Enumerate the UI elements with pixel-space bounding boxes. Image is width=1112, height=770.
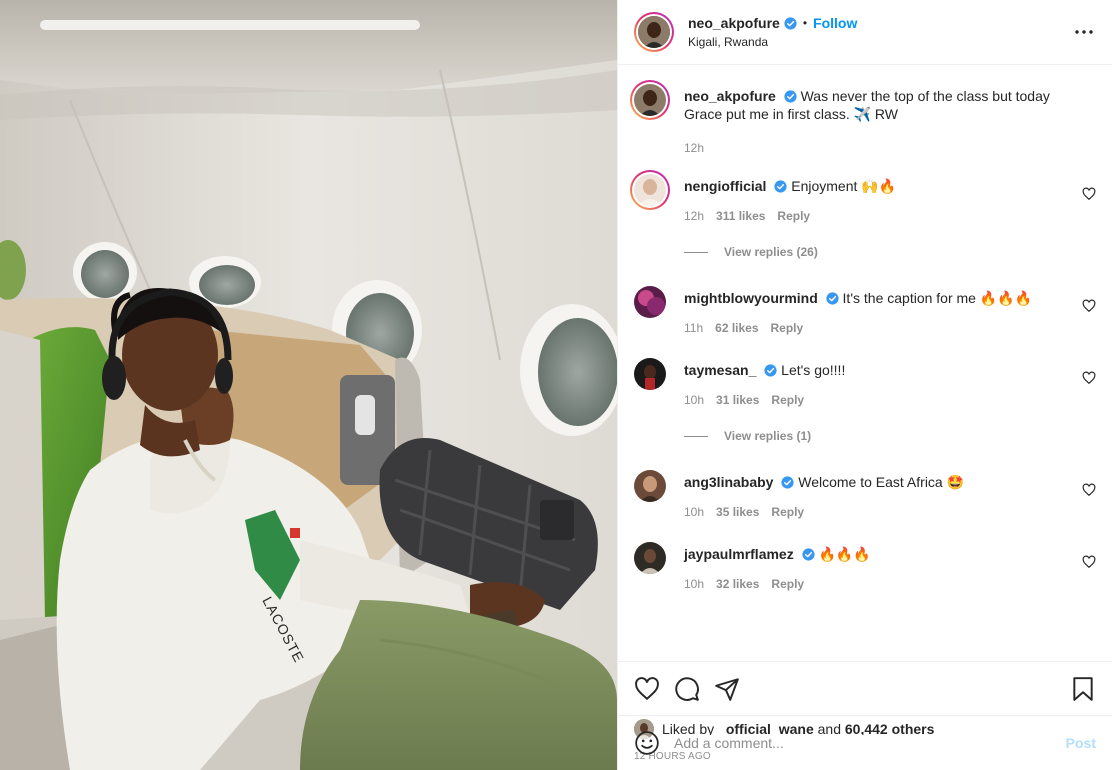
- reply-button[interactable]: Reply: [771, 577, 804, 591]
- commenter-avatar[interactable]: [634, 358, 666, 390]
- comment-text: 🔥🔥🔥: [818, 546, 871, 562]
- like-comment-heart-icon[interactable]: [1082, 483, 1096, 497]
- caption: neo_akpofure Was never the top of the cl…: [630, 80, 1096, 157]
- airplane-cabin-photo: LACOSTE: [0, 0, 617, 770]
- comment-time[interactable]: 10h: [684, 577, 704, 591]
- comment-text: Let's go!!!!: [781, 362, 846, 378]
- heart-icon[interactable]: [634, 676, 660, 702]
- instagram-post: LACOSTE neo_akpofure • Follow Kigali, Rw…: [0, 0, 1112, 770]
- reply-button[interactable]: Reply: [771, 393, 804, 407]
- like-comment-heart-icon[interactable]: [1082, 299, 1096, 313]
- comment-likes[interactable]: 31 likes: [716, 393, 759, 407]
- like-comment-heart-icon[interactable]: [1082, 187, 1096, 201]
- post-location[interactable]: Kigali, Rwanda: [688, 35, 857, 49]
- comment-time[interactable]: 11h: [684, 321, 703, 335]
- add-comment-input[interactable]: [674, 735, 1066, 751]
- post-photo[interactable]: LACOSTE: [0, 0, 617, 770]
- post-header: neo_akpofure • Follow Kigali, Rwanda: [618, 0, 1112, 65]
- verified-badge-icon: [784, 90, 797, 103]
- action-bar: [618, 661, 1112, 716]
- comment-icon[interactable]: [674, 676, 700, 702]
- reply-button[interactable]: Reply: [771, 505, 804, 519]
- verified-badge-icon: [764, 364, 777, 377]
- more-options-icon[interactable]: [1072, 22, 1096, 42]
- author-avatar[interactable]: [638, 16, 670, 48]
- caption-username[interactable]: neo_akpofure: [684, 88, 776, 104]
- comment-text: Welcome to East Africa 🤩: [798, 474, 965, 490]
- post-side-panel: neo_akpofure • Follow Kigali, Rwanda neo…: [617, 0, 1112, 770]
- separator-dot: •: [802, 16, 808, 30]
- comment-likes[interactable]: 35 likes: [716, 505, 759, 519]
- comment-username[interactable]: jaypaulmrflamez: [684, 546, 794, 562]
- commenter-avatar[interactable]: [634, 542, 666, 574]
- commenter-avatar-ring[interactable]: [630, 170, 670, 210]
- verified-badge-icon: [774, 180, 787, 193]
- comment-item: taymesan_ Let's go!!!! 10h 31 likes Repl…: [634, 358, 1096, 407]
- comment-likes[interactable]: 311 likes: [716, 209, 765, 223]
- verified-badge-icon: [802, 548, 815, 561]
- like-comment-heart-icon[interactable]: [1082, 555, 1096, 569]
- reply-button[interactable]: Reply: [777, 209, 810, 223]
- caption-avatar[interactable]: [634, 84, 666, 116]
- comment-text: It's the caption for me 🔥🔥🔥: [842, 290, 1033, 306]
- comment-username[interactable]: nengiofficial: [684, 178, 766, 194]
- commenter-avatar[interactable]: [634, 470, 666, 502]
- commenter-avatar[interactable]: [634, 174, 666, 206]
- comments-section[interactable]: neo_akpofure Was never the top of the cl…: [618, 65, 1112, 661]
- comment-username[interactable]: ang3linababy: [684, 474, 773, 490]
- comment-username[interactable]: taymesan_: [684, 362, 756, 378]
- like-comment-heart-icon[interactable]: [1082, 371, 1096, 385]
- paper-plane-icon[interactable]: [714, 676, 740, 702]
- comment-likes[interactable]: 32 likes: [716, 577, 759, 591]
- comment-likes[interactable]: 62 likes: [715, 321, 758, 335]
- caption-time[interactable]: 12h: [684, 141, 704, 155]
- view-replies-button[interactable]: View replies (1): [684, 429, 1096, 443]
- view-replies-label: View replies (1): [724, 429, 812, 443]
- author-username[interactable]: neo_akpofure: [688, 15, 780, 31]
- comment-time[interactable]: 12h: [684, 209, 704, 223]
- view-replies-button[interactable]: View replies (26): [684, 245, 1096, 259]
- comment-username[interactable]: mightblowyourmind: [684, 290, 818, 306]
- comment-item: jaypaulmrflamez 🔥🔥🔥 10h 32 likes Reply: [634, 542, 1096, 591]
- post-comment-button[interactable]: Post: [1066, 735, 1096, 751]
- smiley-icon[interactable]: [634, 730, 660, 756]
- bookmark-icon[interactable]: [1070, 676, 1096, 702]
- comment-time[interactable]: 10h: [684, 505, 704, 519]
- follow-button[interactable]: Follow: [813, 15, 857, 31]
- view-replies-label: View replies (26): [724, 245, 818, 259]
- comment-item: ang3linababy Welcome to East Africa 🤩 10…: [634, 470, 1096, 519]
- author-avatar-ring[interactable]: [634, 12, 674, 52]
- verified-badge-icon: [826, 292, 839, 305]
- comment-time[interactable]: 10h: [684, 393, 704, 407]
- verified-badge-icon: [781, 476, 794, 489]
- add-comment-bar: Post: [618, 715, 1112, 770]
- comment-item: nengiofficial Enjoyment 🙌🔥 12h 311 likes…: [630, 170, 1096, 223]
- commenter-avatar[interactable]: [634, 286, 666, 318]
- verified-badge-icon: [784, 16, 797, 30]
- replies-line: [684, 251, 708, 253]
- replies-line: [684, 435, 708, 437]
- comment-item: mightblowyourmind It's the caption for m…: [634, 286, 1096, 335]
- caption-avatar-ring[interactable]: [630, 80, 670, 120]
- reply-button[interactable]: Reply: [771, 321, 804, 335]
- comment-text: Enjoyment 🙌🔥: [791, 178, 897, 194]
